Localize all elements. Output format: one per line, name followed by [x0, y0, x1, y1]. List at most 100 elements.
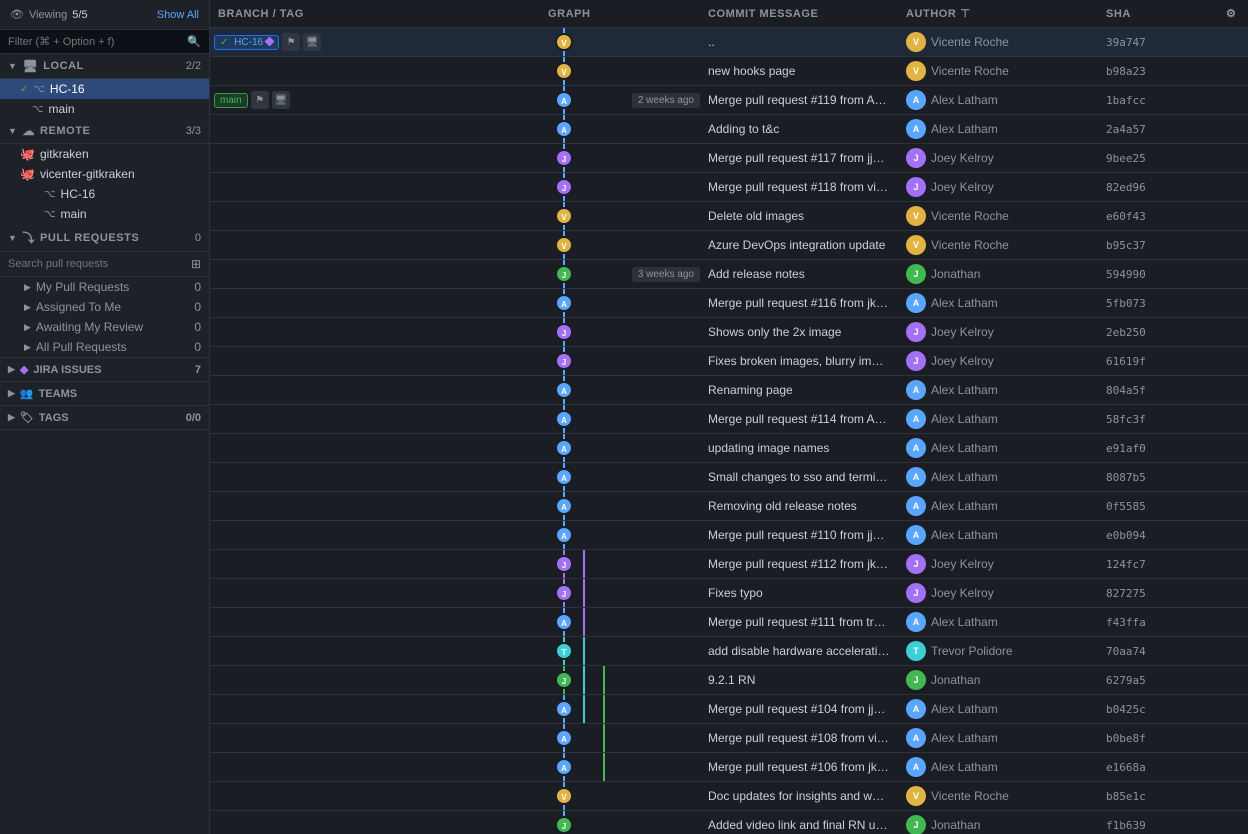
graph-cell: J — [540, 173, 700, 201]
table-row[interactable]: JShows only the 2x imageJJoey Kelroy2eb2… — [210, 318, 1248, 347]
table-row[interactable]: AMerge pull request #116 from jkelroy/fi… — [210, 289, 1248, 318]
branch-action-icon-2[interactable]: 🖥 — [303, 33, 321, 51]
pr-count: 0 — [195, 232, 201, 244]
teams-icon: 👥 — [20, 387, 34, 400]
avatar: J — [906, 815, 926, 834]
avatar: A — [906, 699, 926, 719]
table-row[interactable]: AMerge pull request #106 from jkelroy/HC… — [210, 753, 1248, 782]
tags-section-header[interactable]: ▶ 🏷 TAGS 0/0 — [0, 406, 209, 430]
local-branches: ✓ ⌥ HC-16 ⌥ main — [0, 79, 209, 119]
branch-label-hc16[interactable]: ✓ HC-16 — [214, 35, 279, 50]
remote-cloud-icon: ☁ — [22, 124, 35, 138]
table-row[interactable]: JAdded video link and final RN updatesJJ… — [210, 811, 1248, 834]
branch-item-main-local[interactable]: ⌥ main — [0, 99, 209, 119]
graph-cell: J — [540, 579, 700, 607]
remote-branch-hc16[interactable]: ⌥ HC-16 — [0, 184, 209, 204]
author-name: Trevor Polidore — [931, 644, 1013, 658]
avatar: A — [906, 467, 926, 487]
sidebar: 👁 Viewing 5/5 Show All 🔍 ▼ 🖥 LOCAL 2/2 ✓… — [0, 0, 210, 834]
table-row[interactable]: main⚑🖥A2 weeks agoMerge pull request #11… — [210, 86, 1248, 115]
teams-section-header[interactable]: ▶ 👥 TEAMS — [0, 382, 209, 406]
table-row[interactable]: AMerge pull request #104 from jjsilva4/P… — [210, 695, 1248, 724]
commit-message: Add release notes — [700, 267, 898, 281]
table-row[interactable]: AMerge pull request #114 from Axxzilla/U… — [210, 405, 1248, 434]
author-name: Joey Kelroy — [931, 557, 994, 571]
author-cell: JJonathan — [898, 815, 1098, 834]
table-row[interactable]: ARemoving old release notesAAlex Latham0… — [210, 492, 1248, 521]
branch-action-icon[interactable]: ⚑ — [282, 33, 300, 51]
col-settings[interactable]: ⚙ — [1218, 7, 1248, 20]
graph-cell: J — [540, 347, 700, 375]
remote-item-vicenter[interactable]: 🐙 vicenter-gitkraken — [0, 164, 209, 184]
table-row[interactable]: J9.2.1 RNJJonathan6279a5 — [210, 666, 1248, 695]
table-row[interactable]: JMerge pull request #117 from jjsilva4/P… — [210, 144, 1248, 173]
branch-tag-cell: ✓ HC-16⚑🖥 — [210, 33, 540, 51]
diamond-icon — [265, 36, 275, 46]
table-row[interactable]: JFixes typoJJoey Kelroy827275 — [210, 579, 1248, 608]
svg-text:J: J — [562, 184, 566, 193]
author-name: Joey Kelroy — [931, 354, 994, 368]
pr-my-pull-requests[interactable]: ▶ My Pull Requests 0 — [0, 277, 209, 297]
pr-all[interactable]: ▶ All Pull Requests 0 — [0, 337, 209, 357]
table-row[interactable]: VAzure DevOps integration updateVVicente… — [210, 231, 1248, 260]
svg-text:V: V — [561, 68, 567, 77]
pr-search-input[interactable] — [8, 258, 187, 270]
author-filter-icon[interactable]: ⊤ — [960, 7, 970, 20]
filter-input[interactable] — [8, 36, 183, 48]
table-row[interactable]: Aupdating image namesAAlex Lathame91af0 — [210, 434, 1248, 463]
svg-text:A: A — [561, 532, 567, 541]
pr-search-bar: ⊞ — [0, 252, 209, 277]
author-name: Joey Kelroy — [931, 325, 994, 339]
author-cell: AAlex Latham — [898, 409, 1098, 429]
table-row[interactable]: Tadd disable hardware acceleration and i… — [210, 637, 1248, 666]
table-row[interactable]: AAdding to t&cAAlex Latham2a4a57 — [210, 115, 1248, 144]
jira-section-header[interactable]: ▶ ◆ JIRA ISSUES 7 — [0, 358, 209, 382]
branch-label-main[interactable]: main — [214, 93, 248, 108]
author-name: Jonathan — [931, 267, 980, 281]
settings-icon[interactable]: ⚙ — [1226, 7, 1236, 20]
table-row[interactable]: JMerge pull request #112 from jkelroy/fi… — [210, 550, 1248, 579]
branch-action-icon[interactable]: ⚑ — [251, 91, 269, 109]
avatar: A — [906, 293, 926, 313]
branch-item-hc16-local[interactable]: ✓ ⌥ HC-16 — [0, 79, 209, 99]
jira-diamond-icon: ◆ — [20, 363, 28, 376]
table-row[interactable]: AMerge pull request #111 from trevor-pol… — [210, 608, 1248, 637]
remote-section-header[interactable]: ▼ ☁ REMOTE 3/3 — [0, 119, 209, 144]
author-name: Vicente Roche — [931, 209, 1009, 223]
commit-message: Small changes to sso and terminal pages — [700, 470, 898, 484]
show-all-link[interactable]: Show All — [157, 9, 199, 21]
pr-awaiting-review[interactable]: ▶ Awaiting My Review 0 — [0, 317, 209, 337]
teams-label: TEAMS — [39, 388, 78, 400]
remote-item-gitkraken[interactable]: 🐙 gitkraken — [0, 144, 209, 164]
table-row[interactable]: J3 weeks agoAdd release notesJJonathan59… — [210, 260, 1248, 289]
table-row[interactable]: J Merge pull request #118 from vicenter-g… — [210, 173, 1248, 202]
table-row[interactable]: ✓ HC-16⚑🖥V..VVicente Roche39a747 — [210, 28, 1248, 57]
author-cell: JJoey Kelroy — [898, 583, 1098, 603]
commit-message: Merge pull request #106 from jkelroy/HC-… — [700, 760, 898, 774]
author-name: Vicente Roche — [931, 64, 1009, 78]
svg-text:V: V — [561, 39, 567, 48]
remote-branch-main[interactable]: ⌥ main — [0, 204, 209, 224]
table-row[interactable]: VDoc updates for insights and workspaces… — [210, 782, 1248, 811]
pr-filter-icon[interactable]: ⊞ — [191, 257, 201, 271]
table-row[interactable]: JFixes broken images, blurry images, and… — [210, 347, 1248, 376]
table-row[interactable]: AMerge pull request #108 from vicenter-g… — [210, 724, 1248, 753]
table-row[interactable]: Vnew hooks pageVVicente Rocheb98a23 — [210, 57, 1248, 86]
graph-cell: A — [540, 753, 700, 781]
author-cell: VVicente Roche — [898, 61, 1098, 81]
jira-count: 7 — [195, 364, 201, 376]
sha-cell: 82ed96 — [1098, 181, 1218, 194]
commit-message: Merge pull request #118 from vicenter-gi… — [700, 180, 898, 194]
table-row[interactable]: A Small changes to sso and terminal pages… — [210, 463, 1248, 492]
local-section-header[interactable]: ▼ 🖥 LOCAL 2/2 — [0, 54, 209, 79]
table-row[interactable]: AMerge pull request #110 from jjsilva4/9… — [210, 521, 1248, 550]
branch-action-icon-2[interactable]: 🖥 — [272, 91, 290, 109]
table-row[interactable]: VDelete old imagesVVicente Rochee60f43 — [210, 202, 1248, 231]
pr-section-header[interactable]: ▼ ⤵ PULL REQUESTS 0 — [0, 224, 209, 252]
commit-message: Adding to t&c — [700, 122, 898, 136]
search-icon: 🔍 — [187, 35, 201, 48]
table-row[interactable]: ARenaming pageAAlex Latham804a5f — [210, 376, 1248, 405]
author-cell: AAlex Latham — [898, 90, 1098, 110]
pr-assigned-to-me[interactable]: ▶ Assigned To Me 0 — [0, 297, 209, 317]
all-pr-label: All Pull Requests — [36, 340, 127, 354]
